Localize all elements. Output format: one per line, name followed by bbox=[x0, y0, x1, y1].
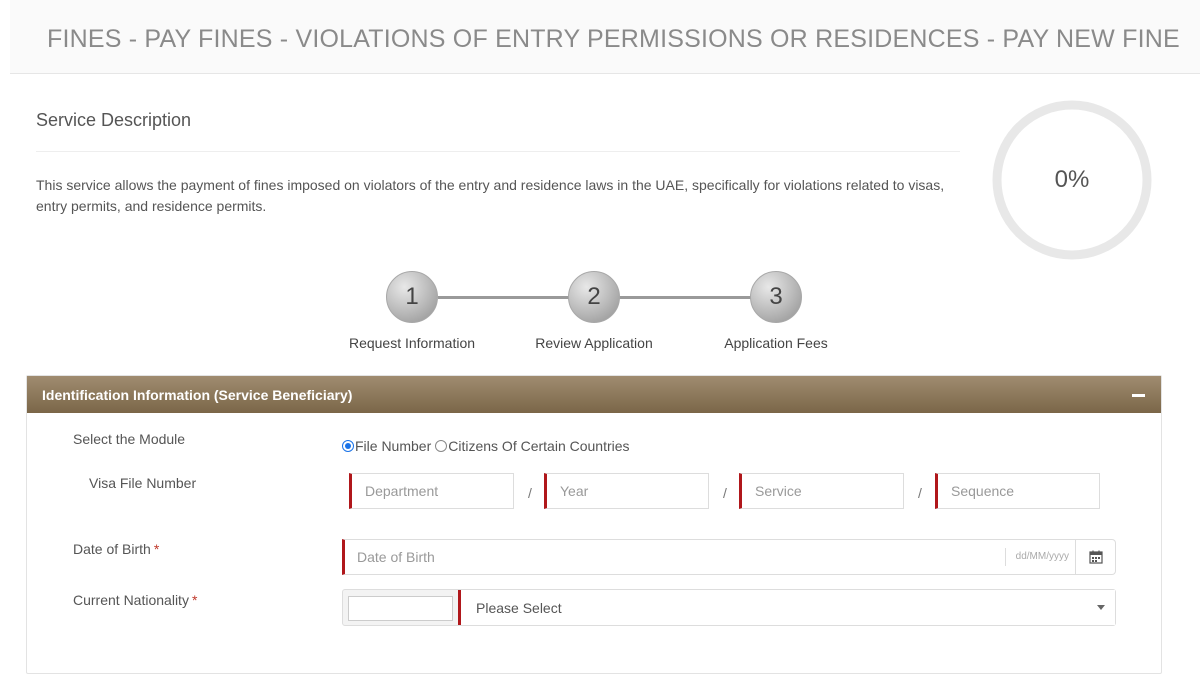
nationality-selected-value: Please Select bbox=[476, 600, 562, 616]
separator: / bbox=[723, 485, 727, 501]
identification-panel: Identification Information (Service Bene… bbox=[26, 375, 1162, 674]
service-description-text: This service allows the payment of fines… bbox=[36, 177, 945, 214]
radio-citizens-of-certain-countries-label[interactable]: Citizens Of Certain Countries bbox=[448, 438, 629, 454]
step-3-circle[interactable]: 3 bbox=[750, 271, 802, 323]
stepper: 1 2 3 Request Information Review Applica… bbox=[0, 270, 1200, 360]
module-radio-group: File Number Citizens Of Certain Countrie… bbox=[342, 438, 630, 454]
caret-down-icon bbox=[1097, 605, 1105, 610]
department-input[interactable]: Department bbox=[349, 473, 514, 509]
radio-citizens-of-certain-countries[interactable] bbox=[435, 440, 448, 452]
calendar-icon bbox=[1088, 550, 1103, 564]
step-connector bbox=[619, 296, 752, 299]
year-placeholder: Year bbox=[560, 483, 589, 499]
panel-title: Identification Information (Service Bene… bbox=[42, 387, 353, 403]
nationality-code-input[interactable] bbox=[348, 596, 453, 621]
service-description-heading: Service Description bbox=[36, 110, 192, 130]
divider bbox=[36, 151, 960, 152]
nationality-select[interactable]: Please Select bbox=[458, 590, 1115, 625]
year-input[interactable]: Year bbox=[544, 473, 709, 509]
step-connector bbox=[438, 296, 570, 299]
sequence-placeholder: Sequence bbox=[951, 483, 1015, 499]
service-input[interactable]: Service bbox=[739, 473, 904, 509]
step-1-label: Request Information bbox=[348, 335, 476, 351]
separator: / bbox=[918, 485, 922, 501]
dob-placeholder: Date of Birth bbox=[357, 549, 435, 565]
separator: / bbox=[528, 485, 532, 501]
sequence-input[interactable]: Sequence bbox=[935, 473, 1100, 509]
service-placeholder: Service bbox=[755, 483, 802, 499]
page-header: FINES - PAY FINES - VIOLATIONS OF ENTRY … bbox=[10, 0, 1200, 74]
step-3-label: Application Fees bbox=[724, 335, 828, 351]
module-label: Select the Module bbox=[73, 431, 186, 447]
nationality-field: Please Select bbox=[342, 589, 1116, 626]
required-mark: * bbox=[153, 541, 160, 557]
progress-percentage: 0% bbox=[1054, 166, 1090, 193]
nationality-label: Current Nationality * bbox=[73, 592, 197, 608]
calendar-button[interactable] bbox=[1075, 540, 1115, 574]
page-title: FINES - PAY FINES - VIOLATIONS OF ENTRY … bbox=[47, 25, 1180, 53]
radio-file-number-label[interactable]: File Number bbox=[355, 438, 431, 454]
step-1-circle[interactable]: 1 bbox=[386, 271, 438, 323]
dob-input[interactable]: Date of Birth dd/MM/yyyy bbox=[342, 539, 1116, 575]
dob-label: Date of Birth * bbox=[73, 541, 159, 557]
required-mark: * bbox=[191, 592, 198, 608]
step-2-label: Review Application bbox=[535, 335, 653, 351]
visa-file-number-label: Visa File Number bbox=[89, 475, 197, 491]
nationality-label-text: Current Nationality bbox=[73, 592, 189, 608]
step-2-circle[interactable]: 2 bbox=[568, 271, 620, 323]
dob-label-text: Date of Birth bbox=[73, 541, 151, 557]
panel-header[interactable]: Identification Information (Service Bene… bbox=[27, 376, 1161, 413]
radio-file-number[interactable] bbox=[342, 440, 354, 452]
collapse-icon[interactable] bbox=[1132, 394, 1145, 397]
dob-format-hint: dd/MM/yyyy bbox=[1004, 548, 1069, 566]
department-placeholder: Department bbox=[365, 483, 439, 499]
